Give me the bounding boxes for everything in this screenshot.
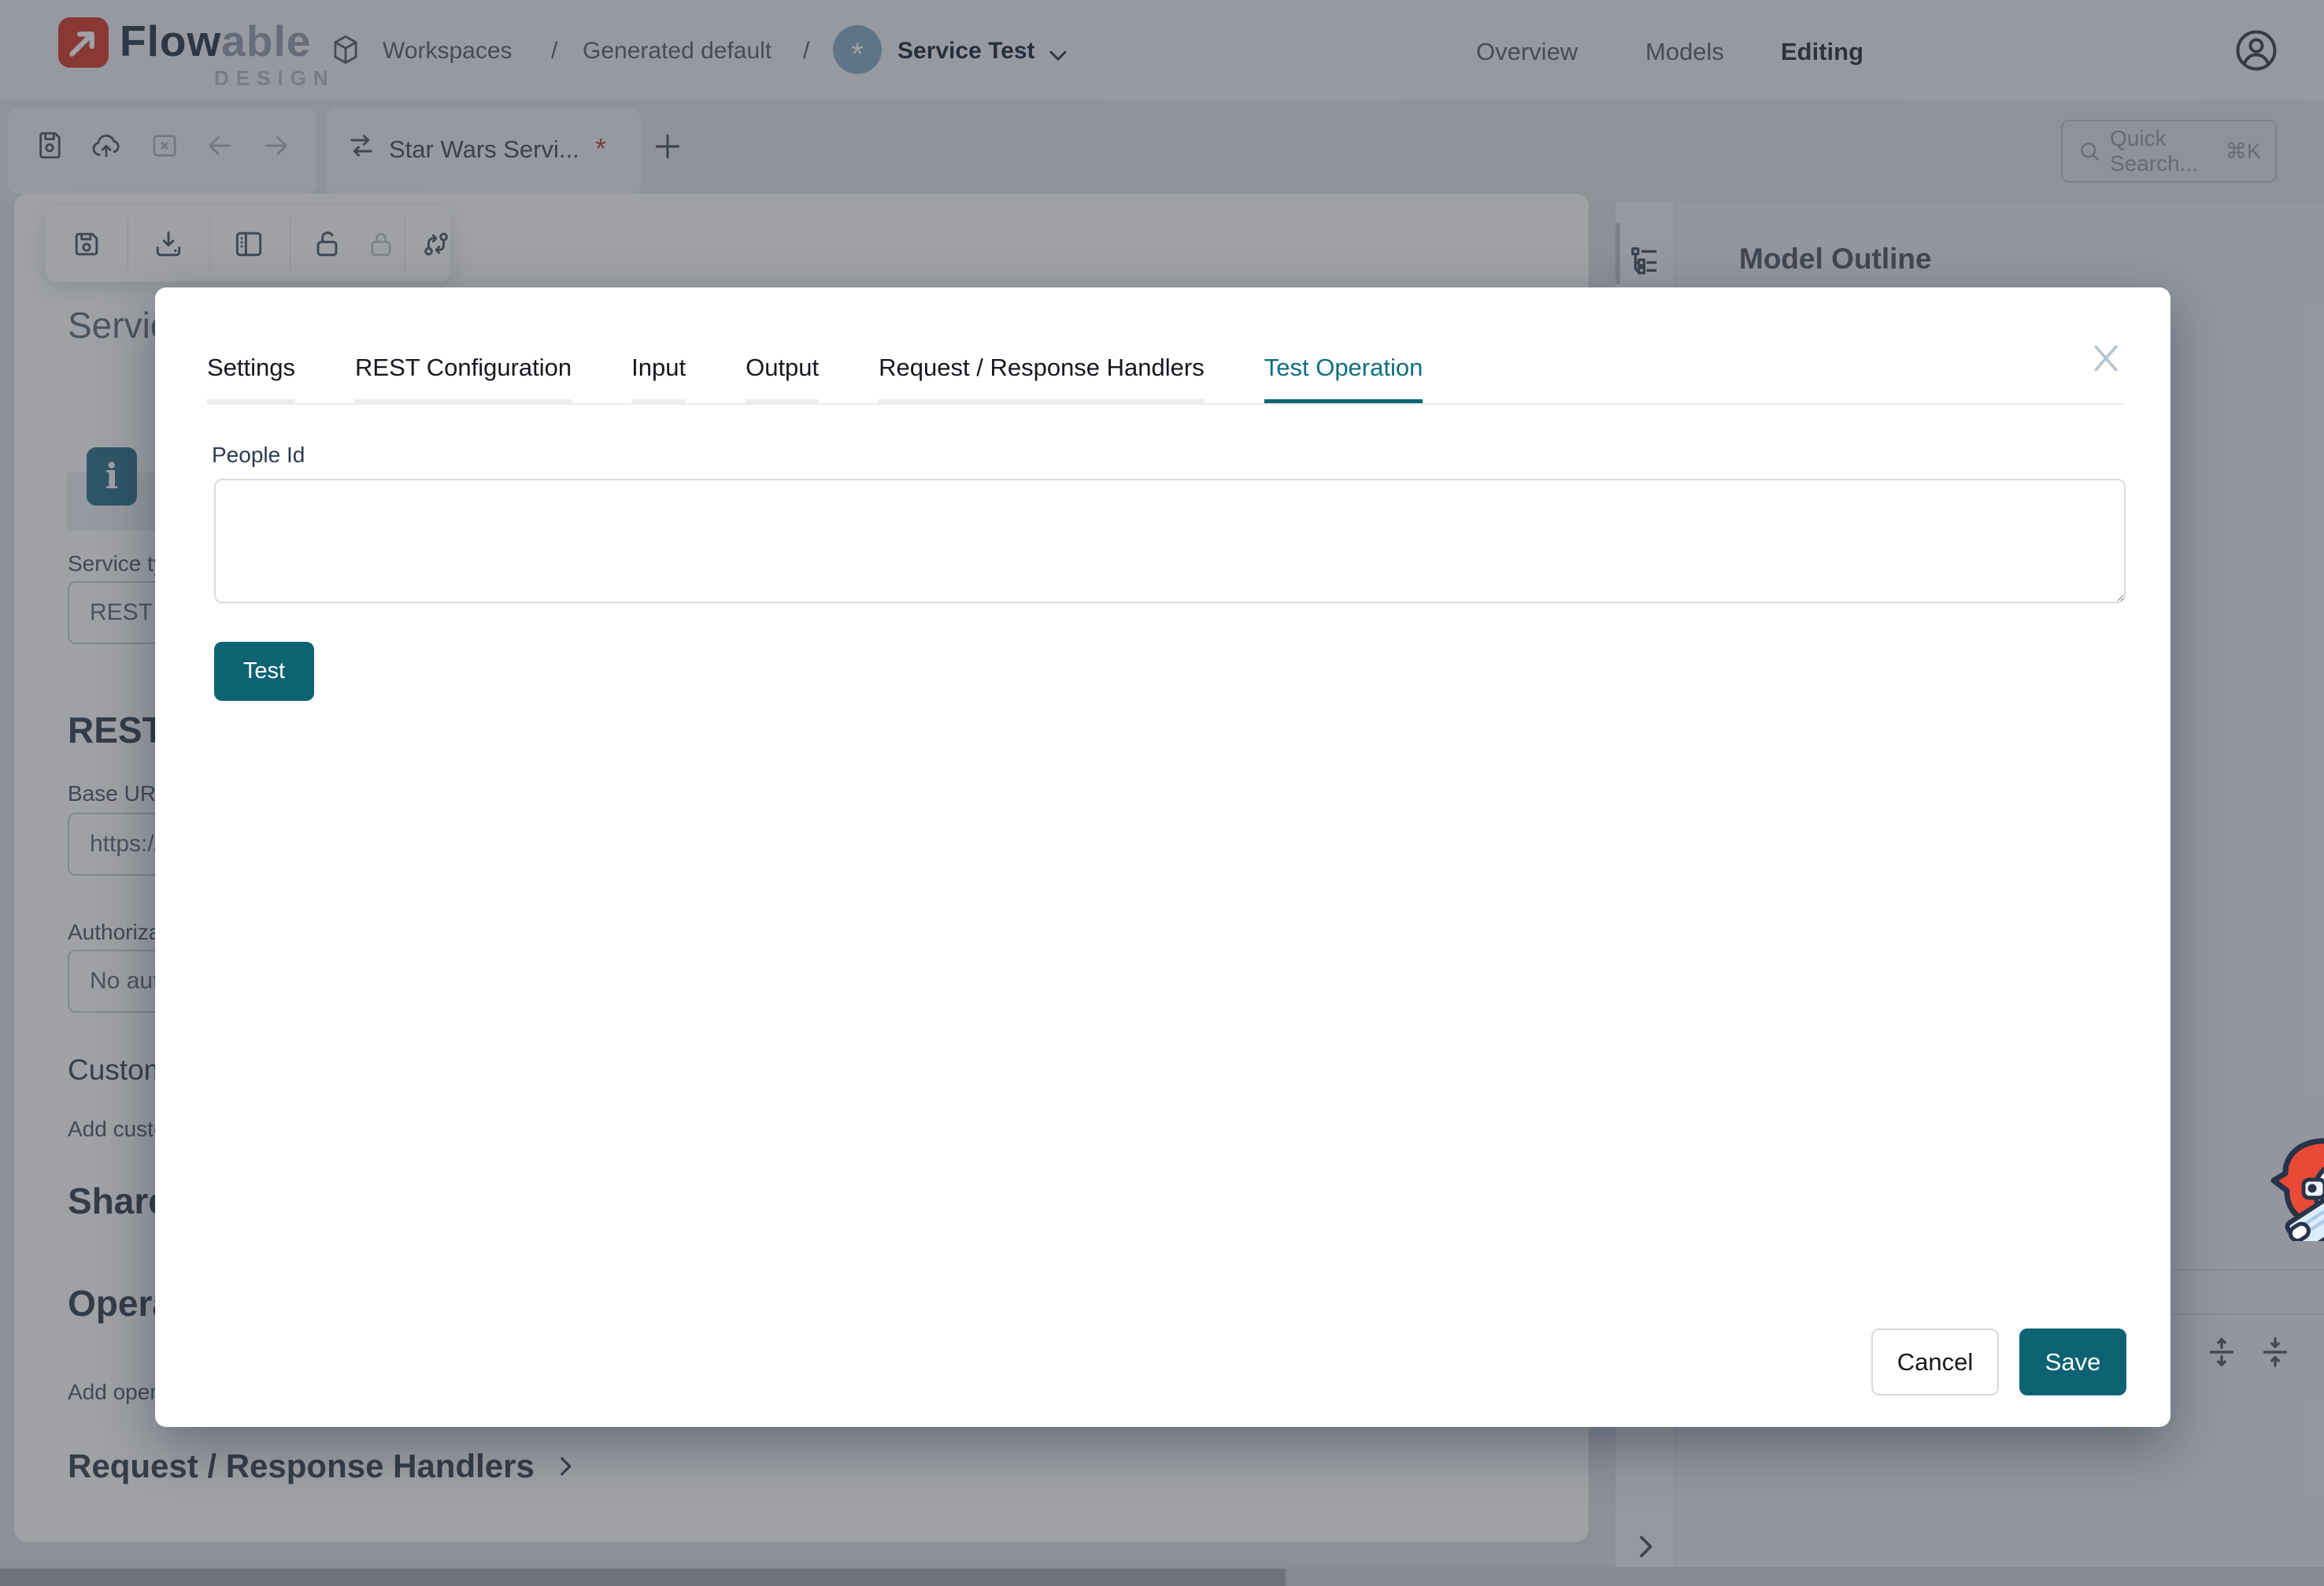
app-screen: Flowable DESIGN Workspaces / Generated d…	[0, 0, 2324, 1586]
cancel-button[interactable]: Cancel	[1871, 1328, 1999, 1395]
tab-settings[interactable]: Settings	[207, 354, 295, 403]
people-id-label: People Id	[212, 443, 305, 468]
dialog-tabs: Settings REST Configuration Input Output…	[207, 354, 1423, 403]
test-button[interactable]: Test	[214, 642, 314, 701]
close-icon[interactable]	[2089, 341, 2123, 376]
operation-dialog: Settings REST Configuration Input Output…	[155, 287, 2170, 1427]
tabs-divider	[207, 403, 2123, 405]
save-button[interactable]: Save	[2019, 1328, 2126, 1395]
tab-rest-configuration[interactable]: REST Configuration	[355, 354, 572, 403]
mascot-helper[interactable]	[2270, 1137, 2324, 1241]
tab-test-operation[interactable]: Test Operation	[1264, 354, 1423, 403]
tab-output[interactable]: Output	[746, 354, 819, 403]
dialog-footer: Cancel Save	[1871, 1328, 2126, 1395]
people-id-input[interactable]	[214, 479, 2126, 603]
tab-request-response-handlers[interactable]: Request / Response Handlers	[879, 354, 1205, 403]
tab-input[interactable]: Input	[631, 354, 686, 403]
